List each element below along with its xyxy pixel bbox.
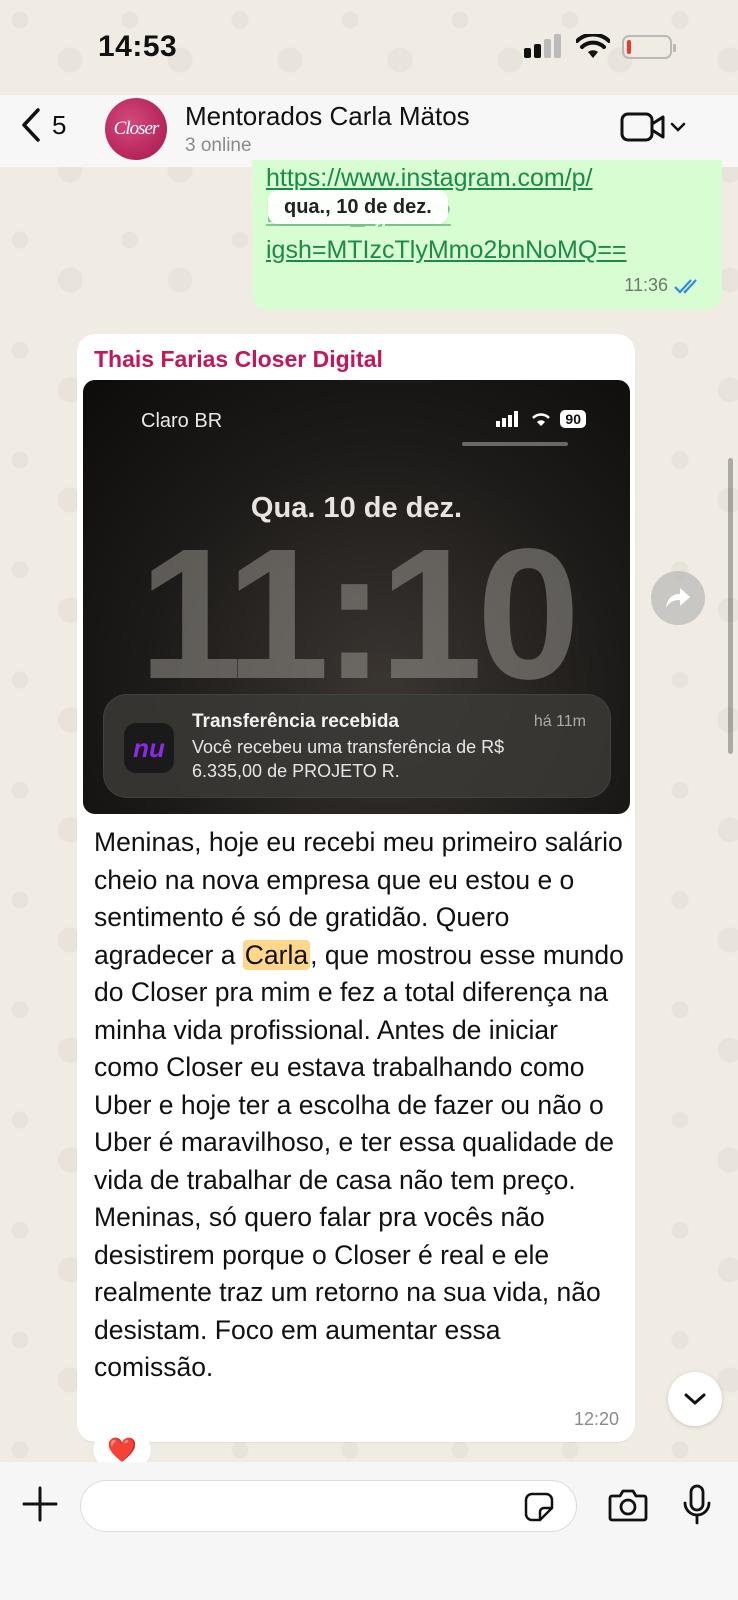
forward-button[interactable] <box>651 571 705 625</box>
sticker-button[interactable] <box>524 1492 554 1527</box>
bank-notification: nu Transferência recebida há 11m Você re… <box>103 694 611 798</box>
signal-icon <box>496 411 519 427</box>
notification-title: Transferência recebida <box>192 711 399 732</box>
plus-icon <box>22 1486 58 1522</box>
message-meta: 11:36 <box>624 275 704 296</box>
unread-count: 5 <box>52 109 67 140</box>
image-attachment[interactable]: Claro BR 90 Qua. 10 de dez. 11:10 nu Tra… <box>83 380 630 814</box>
video-camera-icon <box>620 112 665 142</box>
read-receipt-icon <box>674 278 697 294</box>
nubank-icon: nu <box>124 723 174 773</box>
message-input[interactable] <box>80 1480 577 1532</box>
cellular-signal-icon <box>524 34 561 58</box>
message-text-part-2: , que mostrou esse mundo do Closer pra m… <box>94 939 624 1383</box>
group-name[interactable]: Mentorados Carla Mätos <box>185 101 470 132</box>
group-avatar[interactable]: Closer <box>105 98 167 160</box>
chevron-down-icon <box>670 122 686 132</box>
microphone-button[interactable] <box>682 1484 712 1531</box>
link-line-3: igsh=MTIzcTlyMmo2bnNoMQ== <box>266 236 627 264</box>
status-time: 14:53 <box>98 30 178 63</box>
forward-arrow-icon <box>666 588 690 608</box>
chevron-left-icon <box>22 108 40 142</box>
status-icons <box>524 34 676 60</box>
incoming-message-bubble[interactable]: Thais Farias Closer Digital Claro BR 90 … <box>77 334 635 1442</box>
screenshot-battery: 90 <box>560 410 586 428</box>
chevron-down-icon <box>684 1393 706 1405</box>
video-call-button[interactable] <box>620 111 686 143</box>
microphone-icon <box>683 1484 711 1525</box>
screenshot-status-icons: 90 <box>496 410 586 428</box>
scroll-indicator[interactable] <box>728 458 733 754</box>
back-button[interactable]: 5 <box>20 107 66 143</box>
camera-button[interactable] <box>608 1488 648 1527</box>
camera-icon <box>608 1489 648 1522</box>
scroll-to-bottom-button[interactable] <box>668 1372 722 1426</box>
battery-icon <box>622 35 676 59</box>
wifi-icon <box>532 413 551 426</box>
outgoing-message-bubble[interactable]: https://www.instagram.com/p/ DR4Mb_6jdOk… <box>252 160 722 310</box>
sender-name[interactable]: Thais Farias Closer Digital <box>94 346 383 373</box>
notification-time: há 11m <box>533 713 586 730</box>
message-text: Meninas, hoje eu recebi meu primeiro sal… <box>94 824 624 1387</box>
mention-carla[interactable]: Carla <box>242 939 311 970</box>
attach-button[interactable] <box>22 1486 58 1527</box>
screenshot-clock: 11:10 <box>138 511 580 718</box>
wifi-icon <box>576 34 610 58</box>
sticker-icon <box>524 1492 554 1522</box>
date-separator: qua., 10 de dez. <box>268 190 448 224</box>
message-time: 11:36 <box>624 275 668 295</box>
status-bar: 14:53 <box>0 0 738 95</box>
notification-body: Você recebeu uma transferência de R$ 6.3… <box>192 737 505 781</box>
online-status: 3 online <box>185 135 252 156</box>
screenshot-notch-bar <box>462 442 568 446</box>
chat-header: 5 Closer Mentorados Carla Mätos 3 online <box>0 95 738 167</box>
message-composer <box>0 1462 738 1600</box>
message-time: 12:20 <box>573 1409 619 1429</box>
screenshot-carrier: Claro BR <box>141 410 223 432</box>
